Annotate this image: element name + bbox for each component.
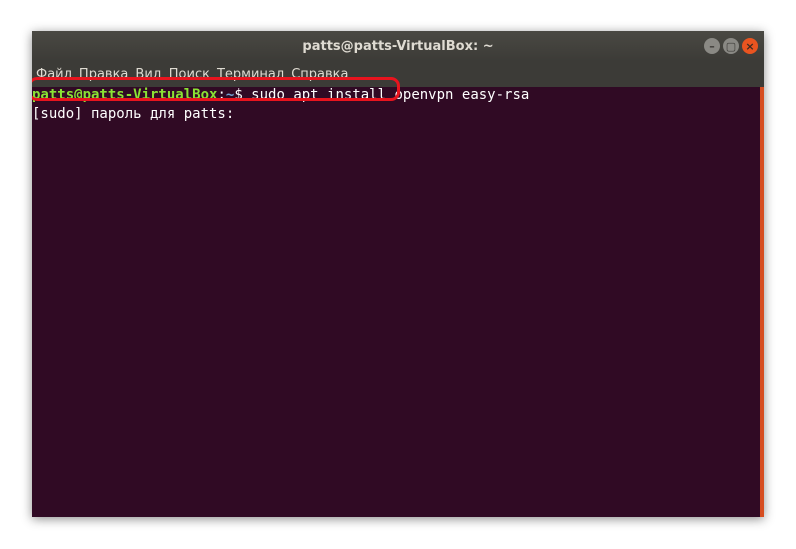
minimize-icon[interactable]: – [704, 38, 720, 54]
close-icon[interactable]: × [742, 38, 758, 54]
password-prompt-text: [sudo] пароль для patts: [32, 106, 235, 122]
password-prompt-line: [sudo] пароль для patts: [32, 106, 234, 123]
title-bar[interactable]: patts@patts-VirtualBox: ~ – ▢ × [32, 31, 764, 61]
maximize-icon[interactable]: ▢ [723, 38, 739, 54]
terminal-window: patts@patts-VirtualBox: ~ – ▢ × Файл Пра… [32, 31, 764, 517]
terminal-output[interactable]: patts@patts-VirtualBox:~$ sudo apt insta… [32, 87, 764, 517]
window-controls: – ▢ × [704, 38, 758, 54]
scrollbar[interactable] [760, 87, 764, 517]
highlight-annotation [32, 77, 400, 101]
window-title: patts@patts-VirtualBox: ~ [302, 38, 494, 54]
